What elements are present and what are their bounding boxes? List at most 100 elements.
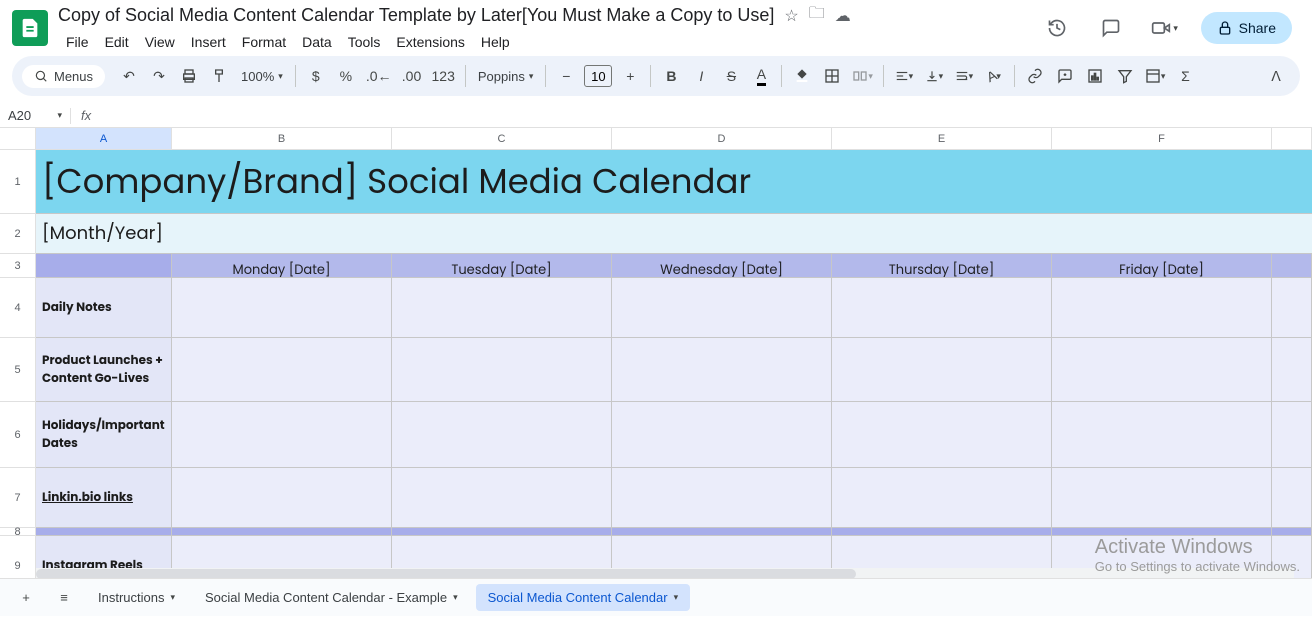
cell-subtitle[interactable]: [Month/Year] (36, 214, 1312, 253)
merge-button[interactable]: ▾ (848, 62, 877, 90)
col-header-D[interactable]: D (612, 128, 832, 149)
menu-tools[interactable]: Tools (340, 30, 389, 54)
currency-button[interactable]: $ (302, 62, 330, 90)
meet-icon[interactable]: ▾ (1147, 10, 1183, 46)
cell-G4[interactable] (1272, 278, 1312, 337)
cell-title[interactable]: [Company/Brand] Social Media Calendar (36, 150, 1312, 213)
zoom-select[interactable]: 100%▾ (235, 69, 289, 84)
cell-B4[interactable] (172, 278, 392, 337)
cell-D4[interactable] (612, 278, 832, 337)
cell-E3[interactable]: Thursday [Date] (832, 254, 1052, 277)
cell-D5[interactable] (612, 338, 832, 401)
menu-data[interactable]: Data (294, 30, 340, 54)
cell-B3[interactable]: Monday [Date] (172, 254, 392, 277)
cell-C6[interactable] (392, 402, 612, 467)
sheet-tab-instructions[interactable]: Instructions▾ (86, 584, 187, 611)
font-select[interactable]: Poppins▾ (472, 69, 540, 84)
menu-edit[interactable]: Edit (97, 30, 137, 54)
text-color-button[interactable]: A (747, 62, 775, 90)
cell-C8[interactable] (392, 528, 612, 535)
percent-button[interactable]: % (332, 62, 360, 90)
formula-input[interactable] (101, 105, 1312, 127)
cell-B5[interactable] (172, 338, 392, 401)
cell-A7[interactable]: Linkin.bio links (36, 468, 172, 527)
menu-file[interactable]: File (58, 30, 97, 54)
history-icon[interactable] (1039, 10, 1075, 46)
cell-F5[interactable] (1052, 338, 1272, 401)
sheets-app-icon[interactable] (12, 10, 48, 46)
cell-G3[interactable] (1272, 254, 1312, 277)
cell-A3[interactable] (36, 254, 172, 277)
cell-B7[interactable] (172, 468, 392, 527)
add-sheet-button[interactable]: + (10, 582, 42, 614)
search-menus[interactable]: Menus (22, 65, 105, 88)
collapse-toolbar-button[interactable]: ᐱ (1262, 62, 1290, 90)
row-header-6[interactable]: 6 (0, 402, 36, 468)
col-header-G[interactable] (1272, 128, 1312, 149)
sheet-tab-calendar[interactable]: Social Media Content Calendar▾ (476, 584, 690, 611)
chart-button[interactable] (1081, 62, 1109, 90)
cell-D8[interactable] (612, 528, 832, 535)
comment-button[interactable] (1051, 62, 1079, 90)
cell-A6[interactable]: Holidays/Important Dates (36, 402, 172, 467)
filter-views-button[interactable]: ▾ (1141, 62, 1170, 90)
cell-D7[interactable] (612, 468, 832, 527)
cell-F6[interactable] (1052, 402, 1272, 467)
col-header-C[interactable]: C (392, 128, 612, 149)
cell-G8[interactable] (1272, 528, 1312, 535)
cell-A5[interactable]: Product Launches + Content Go-Lives (36, 338, 172, 401)
menu-insert[interactable]: Insert (183, 30, 234, 54)
comments-icon[interactable] (1093, 10, 1129, 46)
cell-G6[interactable] (1272, 402, 1312, 467)
menu-format[interactable]: Format (234, 30, 294, 54)
link-button[interactable] (1021, 62, 1049, 90)
cell-A4[interactable]: Daily Notes (36, 278, 172, 337)
valign-button[interactable]: ▾ (920, 62, 948, 90)
spreadsheet-grid[interactable]: A B C D E F 1 2 3 4 5 6 7 8 9 [Company/B… (0, 128, 1312, 618)
cell-E4[interactable] (832, 278, 1052, 337)
more-formats-button[interactable]: 123 (428, 62, 459, 90)
select-all-corner[interactable] (0, 128, 36, 149)
cell-F4[interactable] (1052, 278, 1272, 337)
cell-D6[interactable] (612, 402, 832, 467)
cloud-status-icon[interactable]: ☁ (835, 6, 851, 26)
row-header-1[interactable]: 1 (0, 150, 36, 214)
cell-C5[interactable] (392, 338, 612, 401)
print-button[interactable] (175, 62, 203, 90)
row-header-7[interactable]: 7 (0, 468, 36, 528)
share-button[interactable]: Share (1201, 12, 1292, 44)
row-header-2[interactable]: 2 (0, 214, 36, 254)
menu-help[interactable]: Help (473, 30, 518, 54)
fontsize-input[interactable] (584, 65, 612, 87)
name-box[interactable]: A20▾ (0, 108, 70, 123)
menu-extensions[interactable]: Extensions (388, 30, 472, 54)
fill-color-button[interactable] (788, 62, 816, 90)
filter-button[interactable] (1111, 62, 1139, 90)
col-header-B[interactable]: B (172, 128, 392, 149)
undo-button[interactable]: ↶ (115, 62, 143, 90)
cell-E8[interactable] (832, 528, 1052, 535)
sheet-tab-example[interactable]: Social Media Content Calendar - Example▾ (193, 584, 470, 611)
increase-decimal-button[interactable]: .00 (398, 62, 426, 90)
rotate-button[interactable]: A▾ (980, 62, 1008, 90)
strike-button[interactable]: S (717, 62, 745, 90)
cell-C4[interactable] (392, 278, 612, 337)
menu-view[interactable]: View (137, 30, 183, 54)
cell-C3[interactable]: Tuesday [Date] (392, 254, 612, 277)
row-header-3[interactable]: 3 (0, 254, 36, 278)
halign-button[interactable]: ▾ (890, 62, 918, 90)
all-sheets-button[interactable]: ≡ (48, 582, 80, 614)
cell-E5[interactable] (832, 338, 1052, 401)
col-header-E[interactable]: E (832, 128, 1052, 149)
cell-E7[interactable] (832, 468, 1052, 527)
cell-C7[interactable] (392, 468, 612, 527)
decrease-decimal-button[interactable]: .0← (362, 62, 396, 90)
fontsize-decrease[interactable]: − (552, 62, 580, 90)
star-icon[interactable]: ☆ (784, 6, 798, 26)
wrap-button[interactable]: ▾ (950, 62, 978, 90)
paint-format-button[interactable] (205, 62, 233, 90)
italic-button[interactable]: I (687, 62, 715, 90)
fontsize-increase[interactable]: + (616, 62, 644, 90)
cell-B6[interactable] (172, 402, 392, 467)
cell-G7[interactable] (1272, 468, 1312, 527)
